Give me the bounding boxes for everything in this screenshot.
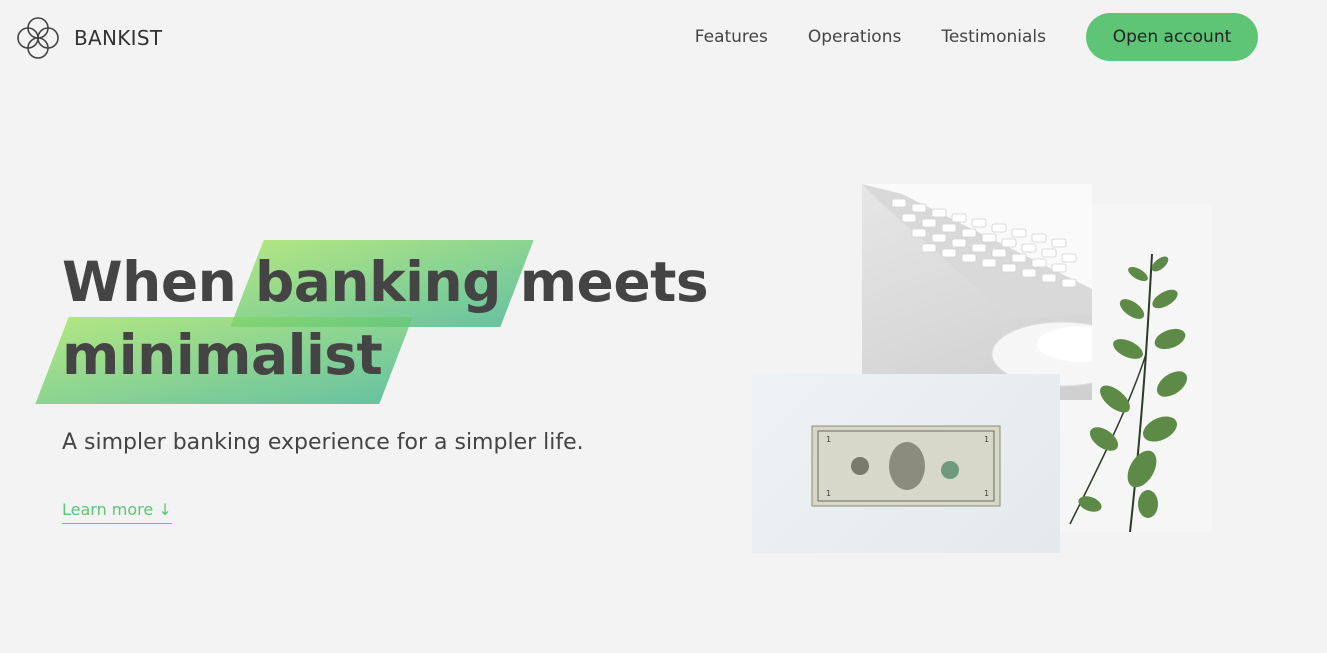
open-account-button[interactable]: Open account [1086, 13, 1258, 61]
learn-more-link[interactable]: Learn more ↓ [62, 500, 172, 524]
keyboard-illustration [862, 184, 1092, 387]
hero-subtitle: A simpler banking experience for a simpl… [62, 430, 584, 455]
hero-title: When banking meets minimalist [62, 246, 709, 392]
hero-image-collage: 1 1 1 1 [752, 184, 1212, 553]
dollar-bill-illustration: 1 1 1 1 [811, 425, 1001, 507]
keyboard-and-mouse-photo [862, 184, 1092, 400]
hero-title-highlight-banking: banking [255, 246, 502, 319]
nav-links: Features Operations Testimonials Open ac… [695, 13, 1258, 61]
brand-name: BANKIST [74, 26, 163, 50]
svg-text:1: 1 [984, 435, 989, 444]
nav-link-operations[interactable]: Operations [808, 13, 901, 61]
nav-link-features[interactable]: Features [695, 13, 768, 61]
hero-title-line-1: When banking meets [62, 250, 709, 314]
hero-title-word-when: When [62, 250, 237, 314]
svg-text:1: 1 [826, 489, 831, 498]
svg-text:1: 1 [826, 435, 831, 444]
dollar-bill-photo: 1 1 1 1 [752, 374, 1060, 553]
hero-title-word-meets: meets [519, 250, 709, 314]
nav-link-testimonials[interactable]: Testimonials [941, 13, 1046, 61]
brand-logo[interactable]: BANKIST [14, 14, 162, 62]
top-nav: BANKIST Features Operations Testimonials… [0, 0, 1327, 75]
bankist-logo-icon [17, 17, 59, 59]
hero-title-highlight-minimalist: minimalist [62, 319, 383, 392]
svg-text:1: 1 [984, 489, 989, 498]
